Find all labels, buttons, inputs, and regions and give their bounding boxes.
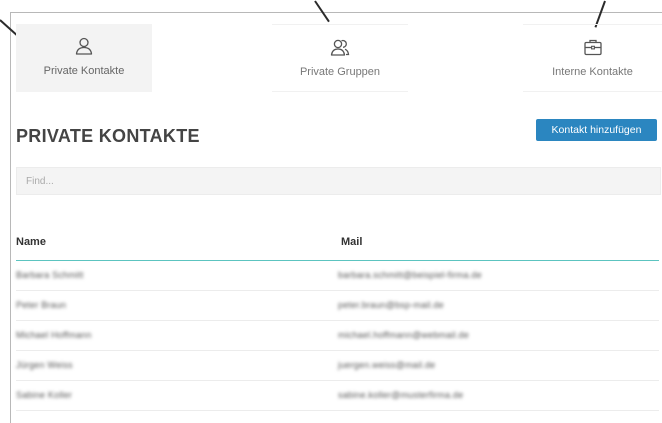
column-header-mail[interactable]: Mail [341,236,362,248]
contact-tabs: Private Kontakte Private Gruppen Interne… [16,24,662,92]
table-row[interactable]: Jürgen Weiss juergen.weiss@mail.de [16,351,659,381]
contact-mail: peter.braun@bsp-mail.de [338,300,444,310]
contact-name: Michael Hoffmann [16,330,92,340]
tab-private-kontakte[interactable]: Private Kontakte [16,24,152,92]
table-header: Name Mail [16,226,659,261]
tab-label: Interne Kontakte [552,66,633,78]
users-icon [330,39,350,56]
window-frame-left [10,12,11,423]
briefcase-icon [583,39,602,56]
contact-name: Peter Braun [16,300,67,310]
contact-name: Barbara Schmitt [16,270,84,280]
contacts-table: Name Mail Barbara Schmitt barbara.schmit… [16,226,659,411]
user-icon [75,37,93,55]
contact-mail: juergen.weiss@mail.de [338,360,436,370]
table-row[interactable]: Barbara Schmitt barbara.schmitt@beispiel… [16,261,659,291]
tab-label: Private Gruppen [299,66,381,78]
tab-label: Private Kontakte [43,65,125,77]
tab-private-gruppen[interactable]: Private Gruppen [272,24,408,92]
contact-mail: michael.hoffmann@webmail.de [338,330,469,340]
tab-interne-kontakte[interactable]: Interne Kontakte [523,24,662,92]
page-title: PRIVATE KONTAKTE [16,126,200,146]
table-row[interactable]: Michael Hoffmann michael.hoffmann@webmai… [16,321,659,351]
column-header-name[interactable]: Name [16,236,46,248]
contact-name: Sabine Koller [16,390,73,400]
add-contact-button[interactable]: Kontakt hinzufügen [536,119,657,141]
search-input[interactable] [16,167,661,195]
contact-name: Jürgen Weiss [16,360,73,370]
table-row[interactable]: Sabine Koller sabine.koller@musterfirma.… [16,381,659,411]
contact-mail: sabine.koller@musterfirma.de [338,390,464,400]
window-frame-top [10,12,662,13]
table-row[interactable]: Peter Braun peter.braun@bsp-mail.de [16,291,659,321]
contact-mail: barbara.schmitt@beispiel-firma.de [338,270,482,280]
